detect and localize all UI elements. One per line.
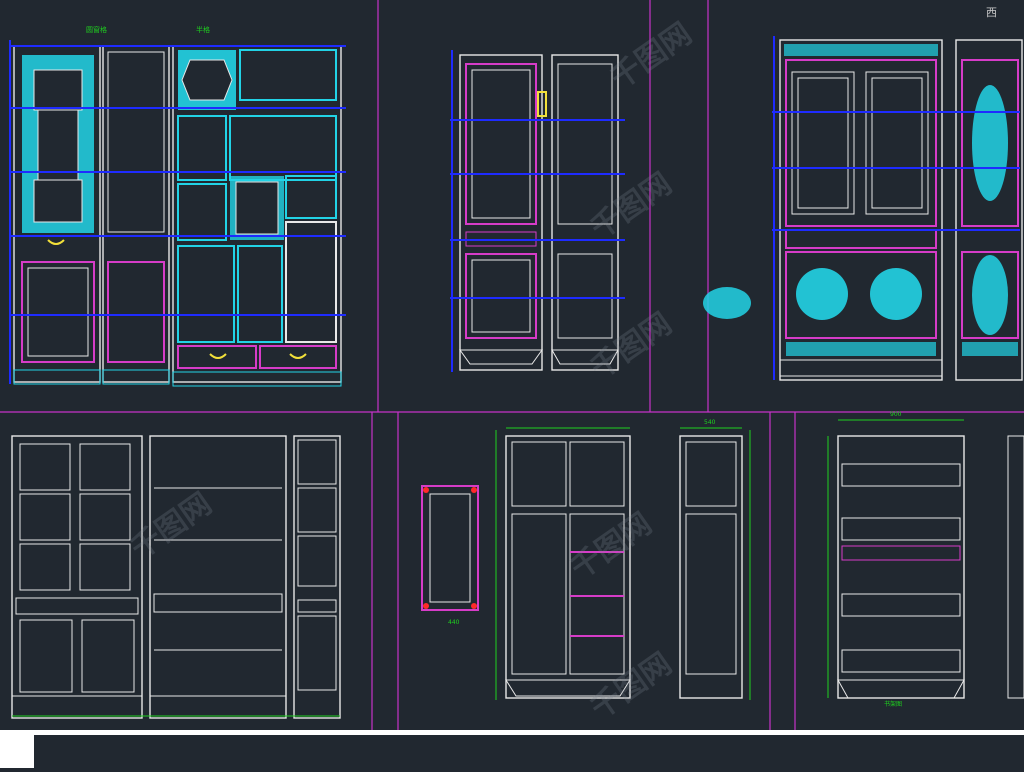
cabinet-group-top-left: 圆窗格 半格 (9, 25, 346, 387)
cad-drawing-canvas: 圆窗格 半格 西 440 540 900 书架图 千图网 千图网 千图网 千图网… (0, 0, 1024, 768)
dim-label-900: 900 (890, 411, 902, 418)
caption-bookshelf: 书架图 (884, 700, 902, 708)
bottom-drawing-continuation (34, 735, 1024, 768)
dim-label-440: 440 (448, 619, 460, 626)
label-top-left-b: 半格 (196, 25, 210, 34)
cabinet-group-bottom-right: 900 书架图 (827, 411, 1024, 708)
svg-text:千图网: 千图网 (585, 166, 679, 246)
svg-text:千图网: 千图网 (585, 306, 679, 386)
compass-west: 西 (986, 6, 997, 19)
svg-text:千图网: 千图网 (125, 486, 219, 566)
svg-text:千图网: 千图网 (565, 506, 659, 586)
dim-label-540: 540 (704, 419, 716, 426)
svg-text:千图网: 千图网 (585, 646, 679, 726)
label-top-left-a: 圆窗格 (86, 25, 107, 34)
cabinet-group-top-right: 西 (703, 6, 1023, 381)
cabinet-group-bottom-left (11, 435, 341, 719)
